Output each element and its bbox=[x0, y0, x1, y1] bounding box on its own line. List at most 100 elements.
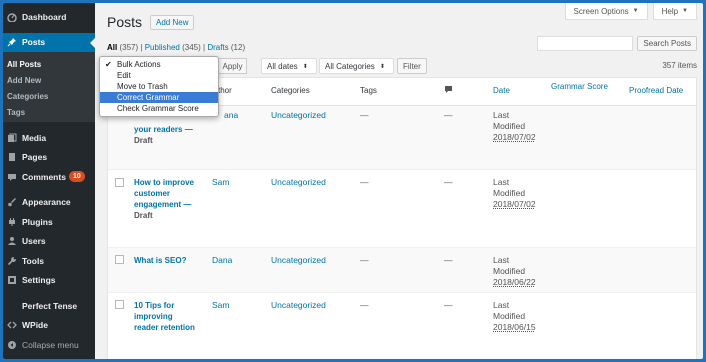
author-link[interactable]: ana bbox=[224, 110, 238, 120]
sidebar-item-perfect-tense[interactable]: Perfect Tense bbox=[3, 296, 95, 316]
author-link[interactable]: Sam bbox=[212, 177, 229, 187]
post-state: Draft bbox=[134, 211, 153, 220]
sidebar-sub-categories[interactable]: Categories bbox=[3, 88, 95, 104]
perfect-tense-icon bbox=[7, 301, 17, 311]
add-new-button[interactable]: Add New bbox=[150, 14, 195, 30]
column-author[interactable]: thor bbox=[218, 86, 232, 95]
filter-published[interactable]: Published (345) bbox=[145, 43, 201, 52]
sidebar-label: Posts bbox=[22, 37, 46, 48]
bulk-option-correct-grammar[interactable]: Correct Grammar bbox=[100, 92, 218, 103]
sidebar-sub-add-new[interactable]: Add New bbox=[3, 72, 95, 88]
apply-button[interactable]: Apply bbox=[219, 58, 247, 74]
category-link[interactable]: Uncategorized bbox=[271, 300, 326, 310]
date-filter-select[interactable]: All dates ⬍ bbox=[261, 58, 317, 74]
sidebar-item-comments[interactable]: Comments 10 bbox=[3, 167, 95, 187]
comments-value: — bbox=[444, 300, 453, 310]
sidebar-label: Collapse menu bbox=[22, 339, 79, 350]
date-cell: Last Modified 2018/07/02 bbox=[493, 177, 536, 210]
author-link[interactable]: Sam bbox=[212, 300, 229, 310]
items-count: 357 items bbox=[662, 61, 697, 70]
row-checkbox[interactable] bbox=[115, 178, 124, 187]
category-link[interactable]: Uncategorized bbox=[271, 255, 326, 265]
row-checkbox[interactable] bbox=[115, 255, 124, 264]
sidebar-sub-all-posts[interactable]: All Posts bbox=[3, 56, 95, 72]
post-title-link[interactable]: What is SEO? bbox=[134, 255, 206, 266]
select-arrows-icon: ⬍ bbox=[302, 63, 308, 70]
search-input[interactable] bbox=[537, 36, 634, 51]
date-cell: Last Modified 2018/06/22 bbox=[493, 255, 536, 288]
wp-admin-window: Dashboard Posts All Posts Add New Catego… bbox=[3, 3, 703, 359]
comments-count-badge: 10 bbox=[68, 171, 85, 183]
comment-icon[interactable] bbox=[444, 85, 453, 96]
bulk-option-check-grammar-score[interactable]: Check Grammar Score bbox=[100, 103, 218, 114]
comments-value: — bbox=[444, 255, 453, 265]
table-row: How to improve customer engagement — Draft … bbox=[108, 170, 696, 248]
sidebar-sub-tags[interactable]: Tags bbox=[3, 104, 95, 120]
column-tags: Tags bbox=[360, 86, 377, 95]
date-cell: Last Modified 2018/07/02 bbox=[493, 110, 536, 143]
posts-table: thor Categories Tags Date Grammar Score … bbox=[107, 77, 697, 359]
search-posts-button[interactable]: Search Posts bbox=[637, 36, 697, 51]
date-filter-value: All dates bbox=[267, 61, 298, 71]
tags-value: — bbox=[360, 255, 369, 265]
help-label: Help bbox=[661, 6, 679, 16]
media-icon bbox=[7, 133, 17, 143]
sidebar-item-posts[interactable]: Posts bbox=[3, 32, 95, 52]
sidebar-label: WPide bbox=[22, 320, 48, 331]
screen-meta-links: Screen Options ▼ Help ▼ bbox=[560, 3, 697, 20]
status-filter-links: All (357) | Published (345) | Drafts (12… bbox=[107, 43, 245, 52]
sidebar-item-pages[interactable]: Pages bbox=[3, 148, 95, 168]
sidebar-item-tools[interactable]: Tools bbox=[3, 251, 95, 271]
checkmark-icon: ✔ bbox=[105, 60, 112, 69]
sidebar-label: Appearance bbox=[22, 197, 71, 208]
screen-options-button[interactable]: Screen Options ▼ bbox=[564, 3, 648, 20]
post-title-link[interactable]: your readers — Draft bbox=[134, 124, 206, 146]
paintbrush-icon bbox=[7, 197, 17, 207]
tags-value: — bbox=[360, 177, 369, 187]
sidebar-item-dashboard[interactable]: Dashboard bbox=[3, 7, 95, 27]
bulk-option-edit[interactable]: Edit bbox=[100, 70, 218, 81]
filter-button[interactable]: Filter bbox=[397, 58, 427, 74]
filter-published-count: (345) bbox=[182, 43, 201, 52]
collapse-menu-button[interactable]: Collapse menu bbox=[3, 335, 95, 355]
separator: | bbox=[140, 43, 143, 52]
sidebar-item-wpide[interactable]: WPide bbox=[3, 316, 95, 336]
post-title-line: your readers — bbox=[134, 125, 193, 134]
post-title-line: How to improve bbox=[134, 178, 195, 187]
bulk-option-move-to-trash[interactable]: Move to Trash bbox=[100, 81, 218, 92]
sidebar-label: Dashboard bbox=[22, 11, 67, 22]
user-icon bbox=[7, 236, 17, 246]
category-link[interactable]: Uncategorized bbox=[271, 110, 326, 120]
bulk-option-bulk-actions[interactable]: ✔ Bulk Actions bbox=[100, 59, 218, 70]
post-title-link[interactable]: 10 Tips for improving reader retention bbox=[134, 300, 214, 333]
column-date[interactable]: Date bbox=[493, 86, 510, 95]
filter-all[interactable]: All (357) bbox=[107, 43, 138, 52]
sidebar-item-settings[interactable]: Settings bbox=[3, 271, 95, 291]
row-checkbox[interactable] bbox=[115, 300, 124, 309]
sidebar-item-media[interactable]: Media bbox=[3, 128, 95, 148]
sidebar-item-appearance[interactable]: Appearance bbox=[3, 193, 95, 213]
filter-drafts[interactable]: Drafts (12) bbox=[207, 43, 245, 52]
post-title-line: engagement — bbox=[134, 200, 192, 209]
posts-submenu: All Posts Add New Categories Tags bbox=[3, 52, 95, 122]
post-date: 2018/07/02 bbox=[493, 199, 536, 209]
post-title-line: improving bbox=[134, 312, 173, 321]
column-proofread-date[interactable]: Proofread Date bbox=[629, 86, 683, 95]
filter-all-count: (357) bbox=[119, 43, 139, 52]
author-link[interactable]: Dana bbox=[212, 255, 232, 265]
help-button[interactable]: Help ▼ bbox=[652, 3, 697, 20]
tags-value: — bbox=[360, 300, 369, 310]
post-date: 2018/07/02 bbox=[493, 132, 536, 142]
admin-sidebar: Dashboard Posts All Posts Add New Catego… bbox=[3, 3, 95, 359]
date-cell: Last Modified 2018/06/15 bbox=[493, 300, 536, 333]
column-grammar-score[interactable]: Grammar Score bbox=[551, 82, 608, 91]
tags-value: — bbox=[360, 110, 369, 120]
sidebar-item-users[interactable]: Users bbox=[3, 232, 95, 252]
collapse-icon bbox=[7, 340, 17, 350]
date-label: Last bbox=[493, 255, 510, 265]
sidebar-item-plugins[interactable]: Plugins bbox=[3, 212, 95, 232]
date-label: Modified bbox=[493, 311, 526, 321]
category-link[interactable]: Uncategorized bbox=[271, 177, 326, 187]
category-filter-select[interactable]: All Categories ⬍ bbox=[319, 58, 394, 74]
post-title-link[interactable]: How to improve customer engagement — Draft bbox=[134, 177, 206, 221]
